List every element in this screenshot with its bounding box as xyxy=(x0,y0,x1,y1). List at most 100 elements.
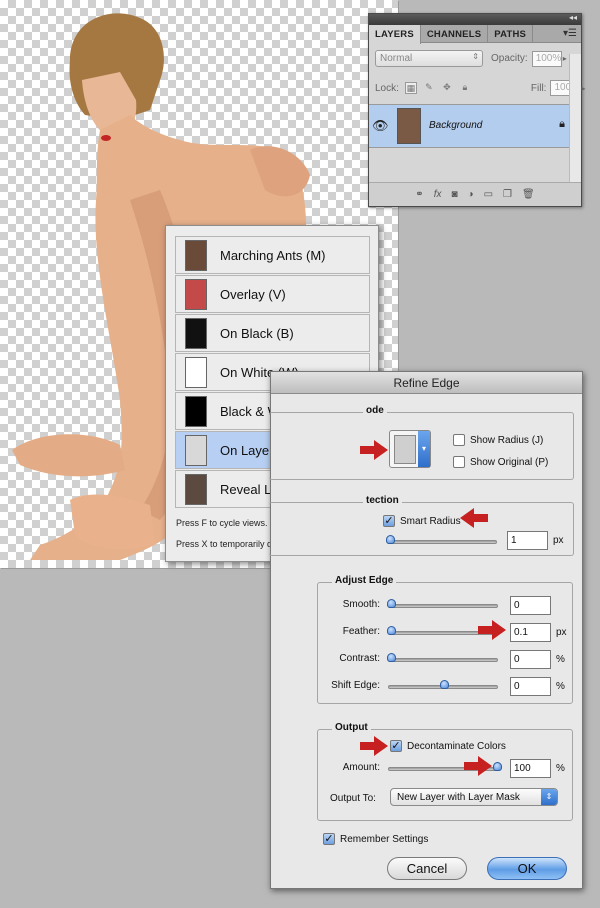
adjust-edge-group-label: Adjust Edge xyxy=(332,575,397,586)
lock-move-icon[interactable]: ✥ xyxy=(441,82,453,94)
view-thumb xyxy=(185,357,207,388)
layers-scrollbar[interactable] xyxy=(569,54,581,184)
ok-button[interactable]: OK xyxy=(487,857,567,880)
adjustment-icon[interactable]: ◑ xyxy=(468,189,474,200)
tab-layers[interactable]: LAYERS xyxy=(369,25,421,44)
panel-menu-icon[interactable]: ▾☰ xyxy=(563,28,577,39)
fill-label: Fill: xyxy=(530,82,547,94)
amount-slider-knob[interactable] xyxy=(493,762,502,771)
view-thumb xyxy=(185,474,207,505)
mask-icon[interactable]: ◙ xyxy=(451,189,457,200)
layer-name: Background xyxy=(429,120,483,131)
shift-edge-unit: % xyxy=(556,681,565,692)
view-preview-button[interactable]: ▾ xyxy=(389,430,431,468)
view-thumb xyxy=(185,396,207,427)
smooth-label: Smooth: xyxy=(342,599,380,610)
trash-icon[interactable]: 🗑︎ xyxy=(522,189,535,200)
smooth-slider[interactable] xyxy=(387,599,498,608)
cancel-button[interactable]: Cancel xyxy=(387,857,467,880)
arrow-annotation-view xyxy=(360,440,388,460)
edge-detection-group: tection ✓ Smart Radius 1 px xyxy=(269,495,574,556)
lock-transparent-icon[interactable]: ▦ xyxy=(404,82,417,94)
arrow-annotation-amount xyxy=(464,756,492,776)
folder-icon[interactable]: ▭ xyxy=(484,189,493,200)
blend-row: Normal ⇕ Opacity: 100% ▸ xyxy=(375,50,567,67)
smooth-field[interactable]: 0 xyxy=(510,596,551,615)
show-radius-checkbox[interactable] xyxy=(453,434,465,446)
arrow-annotation-decontaminate xyxy=(360,736,388,756)
shift-edge-field[interactable]: 0 xyxy=(510,677,551,696)
view-item-marching-ants[interactable]: Marching Ants (M) xyxy=(175,236,370,274)
opacity-label: Opacity: xyxy=(491,53,528,64)
contrast-label: Contrast: xyxy=(339,653,380,664)
smooth-slider-knob[interactable] xyxy=(387,599,396,608)
radius-slider-knob[interactable] xyxy=(386,535,395,544)
output-to-label: Output To: xyxy=(330,793,376,804)
output-to-select[interactable]: New Layer with Layer Mask ⇕ xyxy=(390,788,558,806)
view-item-on-black[interactable]: On Black (B) xyxy=(175,314,370,352)
chevron-updown-icon: ⇕ xyxy=(472,52,479,61)
view-item-label: Overlay (V) xyxy=(220,287,286,302)
decontaminate-checkbox[interactable]: ✓ xyxy=(390,740,402,752)
chevron-down-icon: ▾ xyxy=(418,431,430,467)
blend-mode-select[interactable]: Normal ⇕ xyxy=(375,50,483,67)
remember-settings-checkbox[interactable]: ✓ xyxy=(323,833,335,845)
opacity-dropdown-icon[interactable]: ▸ xyxy=(563,54,567,63)
fx-icon[interactable]: fx xyxy=(434,189,442,200)
show-original-checkbox[interactable] xyxy=(453,456,465,468)
amount-row: Amount: 100 % xyxy=(318,759,574,779)
chevron-updown-icon: ⇕ xyxy=(541,789,557,805)
lock-row: Lock: ▦ ✎ ✥ 🔒︎ Fill: 100% ▸ xyxy=(375,80,585,96)
smooth-row: Smooth: 0 xyxy=(318,596,574,616)
shift-edge-slider-knob[interactable] xyxy=(440,680,449,689)
radius-field[interactable]: 1 xyxy=(507,531,548,550)
layer-row-background[interactable]: 👁︎ Background 🔒︎ xyxy=(369,104,581,148)
eye-icon[interactable]: 👁︎ xyxy=(372,118,390,134)
fill-dropdown-icon[interactable]: ▸ xyxy=(581,84,585,93)
smart-radius-checkbox[interactable]: ✓ xyxy=(383,515,395,527)
new-layer-icon[interactable]: ❐ xyxy=(503,189,512,200)
shift-edge-slider[interactable] xyxy=(388,680,498,689)
panel-titlebar[interactable]: ◂◂ xyxy=(369,13,581,25)
output-group-label: Output xyxy=(332,722,371,733)
contrast-slider-knob[interactable] xyxy=(387,653,396,662)
arrow-annotation-feather xyxy=(478,620,506,640)
contrast-row: Contrast: 0 % xyxy=(318,650,574,670)
link-icon[interactable]: ⚭ xyxy=(415,189,423,200)
lock-brush-icon[interactable]: ✎ xyxy=(423,82,435,94)
decontaminate-label: Decontaminate Colors xyxy=(407,741,506,752)
opacity-field[interactable]: 100% xyxy=(531,50,562,67)
feather-label: Feather: xyxy=(342,626,380,637)
contrast-slider[interactable] xyxy=(387,653,498,662)
tab-channels[interactable]: CHANNELS xyxy=(421,25,489,42)
layers-panel: ◂◂ LAYERS CHANNELS PATHS ▾☰ Normal ⇕ Opa… xyxy=(368,13,585,207)
edge-detection-group-label: tection xyxy=(363,495,402,506)
view-item-overlay[interactable]: Overlay (V) xyxy=(175,275,370,313)
adjust-edge-group: Adjust Edge Smooth: 0 Feather: 0.1 px Co… xyxy=(317,575,574,704)
smart-radius-label: Smart Radius xyxy=(400,516,461,527)
lock-all-icon[interactable]: 🔒︎ xyxy=(459,82,471,94)
feather-slider-knob[interactable] xyxy=(387,626,396,635)
feather-field[interactable]: 0.1 xyxy=(510,623,551,642)
view-thumb xyxy=(185,318,207,349)
view-thumb xyxy=(185,279,207,310)
view-preview-thumb xyxy=(394,435,416,464)
amount-unit: % xyxy=(556,763,565,774)
radius-unit: px xyxy=(553,535,564,546)
view-thumb xyxy=(185,240,207,271)
output-group: Output ✓ Decontaminate Colors Amount: 10… xyxy=(317,722,574,821)
amount-label: Amount: xyxy=(342,762,380,773)
feather-row: Feather: 0.1 px xyxy=(318,623,574,643)
tab-paths[interactable]: PATHS xyxy=(488,25,534,42)
radius-slider[interactable] xyxy=(386,535,497,544)
layers-footer: ⚭ fx ◙ ◑ ▭ ❐ 🗑︎ xyxy=(369,182,581,206)
contrast-field[interactable]: 0 xyxy=(510,650,551,669)
arrow-annotation-smart-radius xyxy=(460,508,488,528)
collapse-icon[interactable]: ◂◂ xyxy=(569,13,577,22)
blend-mode-value: Normal xyxy=(380,53,413,64)
amount-field[interactable]: 100 xyxy=(510,759,551,778)
contrast-unit: % xyxy=(556,654,565,665)
layer-thumbnail xyxy=(397,108,421,144)
show-original-label: Show Original (P) xyxy=(470,457,549,468)
output-to-value: New Layer with Layer Mask xyxy=(397,792,520,803)
